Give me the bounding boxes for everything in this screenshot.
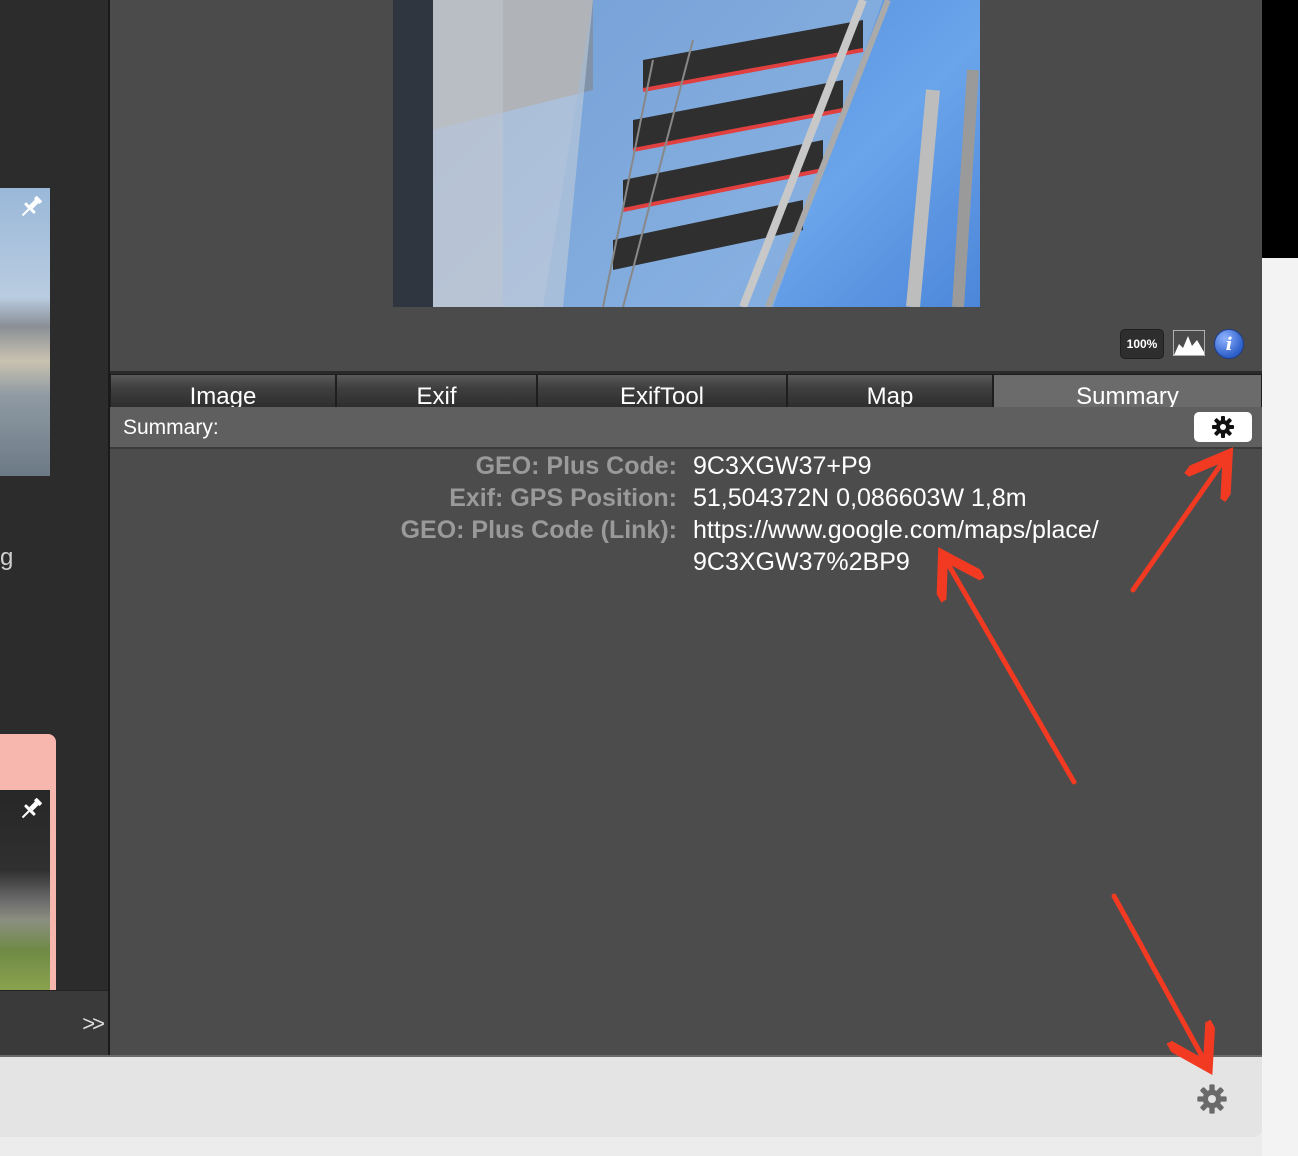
thumbnail-caption: g (0, 544, 14, 571)
info-icon[interactable]: i (1214, 329, 1244, 359)
histogram-button[interactable] (1172, 329, 1206, 357)
summary-value[interactable]: 51,504372N 0,086603W 1,8m (693, 484, 1027, 513)
preview-toolbar: 100% i (1120, 329, 1244, 359)
background-region (1262, 258, 1298, 1156)
summary-content: GEO: Plus Code: 9C3XGW37+P9 Exif: GPS Po… (110, 449, 1262, 1055)
summary-header: Summary: (110, 407, 1262, 449)
thumbnail-sidebar: g >> (0, 0, 108, 1056)
gear-icon[interactable] (1196, 1083, 1228, 1115)
tab-exiftool[interactable]: ExifTool (537, 374, 787, 407)
summary-value[interactable]: 9C3XGW37+P9 (693, 452, 872, 481)
preview-area: 100% i (110, 0, 1262, 372)
summary-link-value[interactable]: https://www.google.com/maps/place/ (693, 516, 1099, 545)
tab-map[interactable]: Map (787, 374, 993, 407)
thumbnail-image[interactable] (0, 188, 50, 476)
expand-sidebar-button[interactable]: >> (82, 1011, 105, 1037)
thumbnail-image[interactable] (0, 790, 50, 990)
summary-settings-button[interactable] (1194, 412, 1252, 442)
inspector-tabs: Image Exif ExifTool Map Summary (110, 374, 1262, 407)
pin-icon[interactable] (16, 794, 46, 824)
background-region (1262, 0, 1298, 258)
tab-summary[interactable]: Summary (993, 374, 1262, 407)
sidebar-footer: >> (0, 990, 108, 1056)
summary-title: Summary: (123, 416, 219, 439)
summary-key: Exif: GPS Position: (449, 484, 677, 512)
summary-key: GEO: Plus Code (Link): (400, 516, 677, 544)
status-bar (0, 1055, 1262, 1137)
photo-content (393, 0, 979, 307)
zoom-100-button[interactable]: 100% (1120, 329, 1164, 359)
inspector-panel: 100% i Image Exif ExifTool Map Summary S… (110, 0, 1262, 1055)
tab-image[interactable]: Image (110, 374, 336, 407)
summary-link-value-continued[interactable]: 9C3XGW37%2BP9 (693, 548, 910, 577)
pin-icon[interactable] (16, 192, 46, 222)
histogram-icon (1173, 330, 1205, 356)
tab-exif[interactable]: Exif (336, 374, 537, 407)
summary-key: GEO: Plus Code: (475, 452, 677, 480)
gear-icon (1212, 416, 1234, 438)
photo-preview[interactable] (393, 0, 980, 307)
